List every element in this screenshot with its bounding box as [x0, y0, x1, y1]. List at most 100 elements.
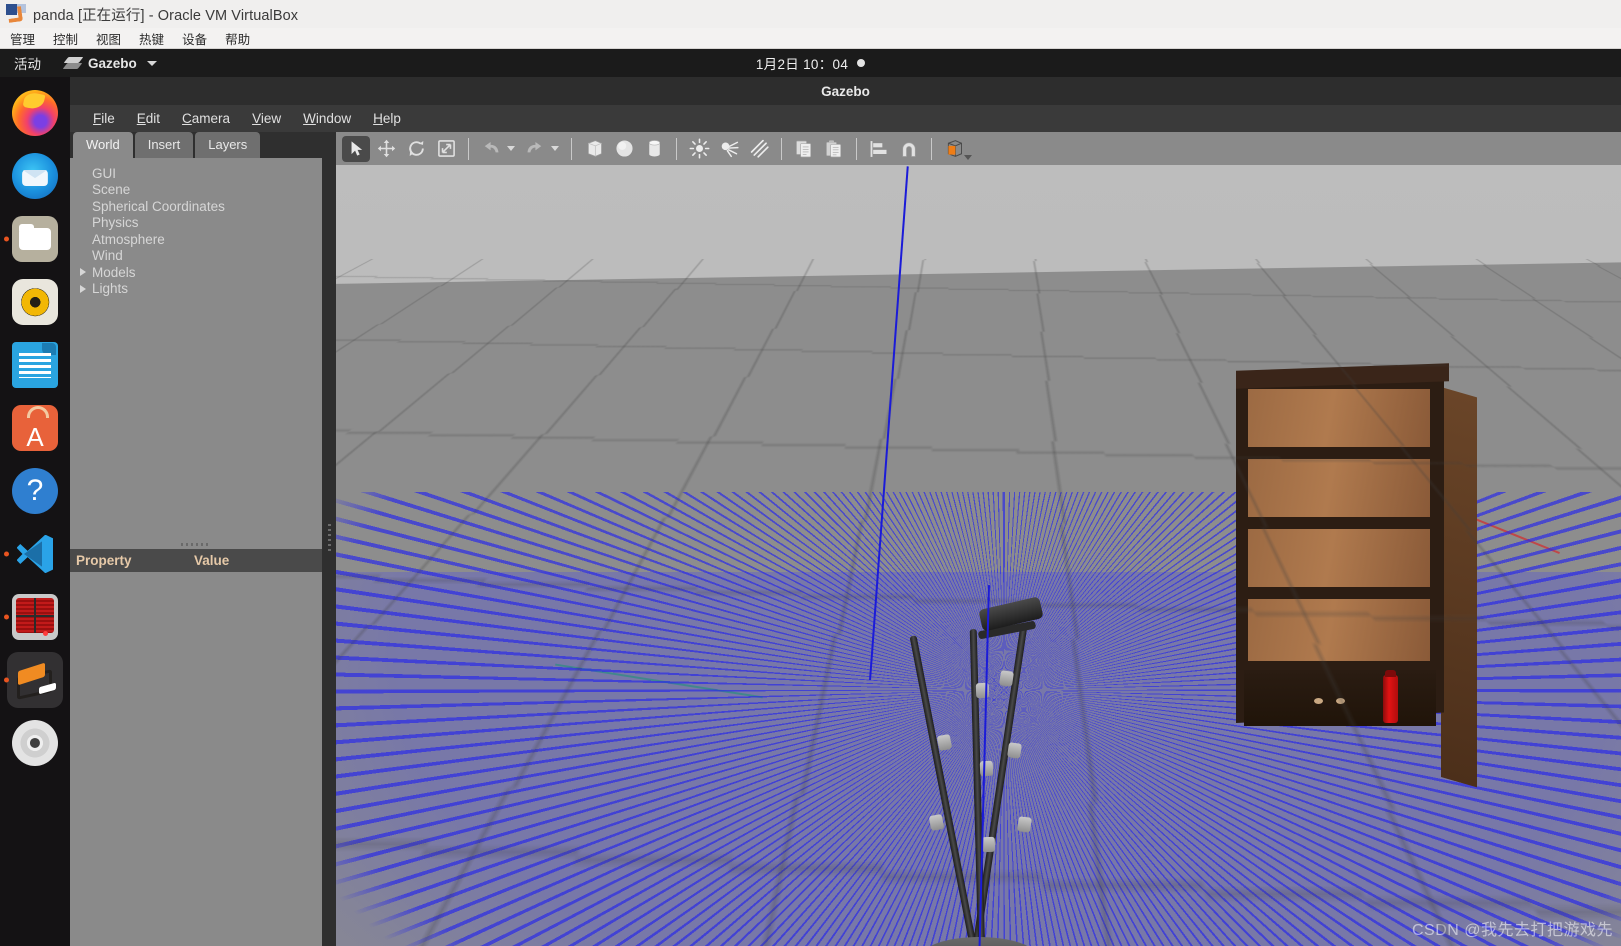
bookshelf-shelf-2	[1248, 459, 1430, 517]
insert-point-light-button[interactable]	[685, 136, 713, 162]
tree-item-gui[interactable]: GUI	[92, 165, 322, 182]
insert-sphere-button[interactable]	[610, 136, 638, 162]
virtualbox-titlebar: panda [正在运行] - Oracle VM VirtualBox	[0, 0, 1621, 28]
dock-item-terminator[interactable]	[4, 589, 63, 645]
paste-icon	[826, 139, 841, 157]
render-area: CSDN @我先去打把游戏先	[336, 132, 1621, 946]
insert-box-button[interactable]	[580, 136, 608, 162]
model-laser-tripod-robot[interactable]	[896, 585, 1076, 946]
undo-history-chevron-down-icon[interactable]	[507, 146, 515, 151]
magnet-snap-icon	[902, 141, 916, 157]
insert-cylinder-button[interactable]	[640, 136, 668, 162]
tree-item-scene[interactable]: Scene	[92, 182, 322, 199]
bookshelf-shelf-1	[1248, 389, 1430, 447]
tab-layers[interactable]: Layers	[195, 132, 261, 158]
dock-item-rhythmbox[interactable]	[7, 274, 63, 330]
robot-joint-5	[1017, 816, 1032, 833]
bookshelf-shelf-3	[1248, 529, 1430, 587]
tab-world[interactable]: World	[73, 132, 133, 158]
insert-spot-light-button[interactable]	[715, 136, 743, 162]
gazebo-body: World Insert Layers GUI Scene Spherical …	[70, 132, 1621, 946]
thunderbird-icon	[12, 153, 58, 199]
undo-button[interactable]	[477, 136, 505, 162]
gazebo-window: Gazebo File Edit Camera View Window Help Worl…	[70, 77, 1621, 946]
dock-item-gazebo[interactable]	[4, 652, 63, 708]
dock-item-firefox[interactable]	[7, 85, 63, 141]
robot-joint-7	[979, 760, 994, 777]
robot-joint-1	[936, 733, 953, 752]
dock-item-help[interactable]	[7, 463, 63, 519]
panel-vertical-splitter[interactable]	[322, 132, 336, 946]
dock-item-files[interactable]	[4, 211, 63, 267]
3d-viewport[interactable]: CSDN @我先去打把游戏先	[336, 165, 1621, 946]
tree-item-models[interactable]: Models	[80, 264, 322, 281]
dock-item-writer[interactable]	[7, 337, 63, 393]
vb-menu-view[interactable]: 视图	[87, 29, 130, 48]
bookshelf-knob-right	[1336, 698, 1345, 704]
dock-item-thunderbird[interactable]	[7, 148, 63, 204]
scale-mode-button[interactable]	[432, 136, 460, 162]
vb-menu-manage[interactable]: 管理	[0, 29, 44, 48]
menu-help[interactable]: Help	[362, 109, 412, 128]
tab-insert[interactable]: Insert	[134, 132, 194, 158]
paste-button[interactable]	[820, 136, 848, 162]
dock-item-vscode[interactable]	[4, 526, 63, 582]
robot-joint-2	[928, 813, 945, 832]
menu-window[interactable]: Window	[292, 109, 362, 128]
rotate-mode-button[interactable]	[402, 136, 430, 162]
tree-label: Physics	[92, 215, 139, 231]
clock-label: 1月2日 10：04	[755, 57, 849, 72]
tree-item-physics[interactable]: Physics	[92, 215, 322, 232]
app-menu-button[interactable]: Gazebo	[62, 56, 157, 71]
dock-item-disc[interactable]	[7, 715, 63, 771]
undo-arrow-icon	[484, 141, 499, 152]
view-mode-button[interactable]	[940, 136, 968, 162]
robot-joint-6	[975, 682, 990, 699]
redo-button[interactable]	[521, 136, 549, 162]
clock-button[interactable]: 1月2日 10：04	[681, 53, 941, 73]
vb-menu-help[interactable]: 帮助	[216, 29, 259, 48]
snap-button[interactable]	[895, 136, 923, 162]
dock-item-software[interactable]	[7, 400, 63, 456]
running-indicator	[4, 551, 9, 557]
files-folder-icon	[12, 216, 58, 262]
tree-item-spherical-coordinates[interactable]: Spherical Coordinates	[92, 198, 322, 215]
align-button[interactable]	[865, 136, 893, 162]
tree-item-wind[interactable]: Wind	[92, 248, 322, 265]
running-indicator	[4, 614, 9, 620]
tree-label: Lights	[92, 281, 129, 297]
model-coke-can[interactable]	[1383, 670, 1398, 723]
copy-button[interactable]	[790, 136, 818, 162]
robot-joint-4	[1007, 742, 1022, 759]
redo-history-chevron-down-icon[interactable]	[551, 146, 559, 151]
menu-camera[interactable]: Camera	[171, 109, 241, 128]
toolbar-separator	[468, 137, 469, 160]
ubuntu-software-icon	[12, 405, 58, 451]
virtualbox-logo-icon	[6, 4, 26, 24]
redo-arrow-icon	[527, 141, 542, 152]
translate-mode-button[interactable]	[372, 136, 400, 162]
vb-menu-devices[interactable]: 设备	[173, 29, 216, 48]
expand-arrow-icon[interactable]	[80, 268, 86, 277]
bookshelf-side-panel	[1441, 387, 1477, 788]
menu-view[interactable]: View	[241, 109, 292, 128]
menu-file[interactable]: File	[82, 109, 126, 128]
select-mode-button[interactable]	[342, 135, 370, 162]
notification-dot-icon	[857, 59, 866, 67]
tree-item-lights[interactable]: Lights	[80, 281, 322, 298]
insert-directional-light-button[interactable]	[745, 136, 773, 162]
vb-menu-hotkeys[interactable]: 热键	[130, 29, 173, 48]
activities-button[interactable]: 活动	[0, 53, 53, 73]
vb-menu-control[interactable]: 控制	[44, 29, 87, 48]
model-bookshelf[interactable]	[1236, 363, 1477, 788]
help-question-icon	[12, 468, 58, 514]
robot-joint-8	[981, 836, 996, 853]
ubuntu-dock	[0, 77, 70, 946]
bookshelf-knob-left	[1314, 698, 1323, 704]
panel-horizontal-splitter[interactable]	[70, 539, 322, 549]
tree-item-atmosphere[interactable]: Atmosphere	[92, 231, 322, 248]
menu-edit[interactable]: Edit	[126, 109, 171, 128]
rhythmbox-icon	[12, 279, 58, 325]
expand-arrow-icon[interactable]	[80, 284, 86, 293]
spot-light-icon	[721, 141, 739, 158]
